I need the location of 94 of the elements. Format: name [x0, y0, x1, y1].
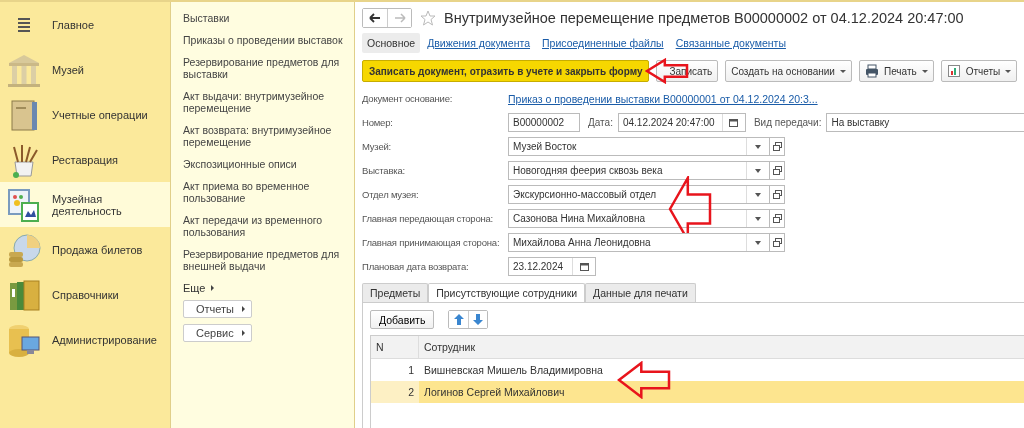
menu-link[interactable]: Акт выдачи: внутримузейное перемещение	[183, 90, 348, 114]
field-label: Выставка:	[362, 165, 406, 176]
move-down-button[interactable]	[468, 311, 488, 328]
star-icon[interactable]	[420, 10, 436, 26]
section-item[interactable]: Главное	[0, 2, 170, 47]
caret-icon	[921, 69, 928, 73]
transfer-type-field[interactable]: На выставку	[826, 113, 1024, 132]
forward-arrow-icon	[393, 13, 406, 23]
select-field[interactable]: Музей Восток	[508, 137, 770, 156]
field-label: Главная передающая сторона:	[362, 213, 495, 224]
open-button[interactable]	[770, 209, 785, 228]
caret-icon	[1005, 69, 1012, 73]
caret-icon	[755, 192, 761, 197]
open-button[interactable]	[770, 233, 785, 252]
table-cell: 2	[371, 381, 419, 403]
table-cell: Логинов Сергей Михайлович	[419, 381, 1024, 403]
caret-icon	[755, 144, 761, 149]
tab[interactable]: Предметы	[362, 283, 429, 302]
select-field[interactable]: Сазонова Нина Михайловна	[508, 209, 770, 228]
caret-icon	[839, 69, 846, 73]
open-window-icon	[772, 238, 782, 247]
section-item[interactable]: Справочники	[0, 272, 170, 317]
select-field[interactable]: Новогодняя феерия сквозь века	[508, 161, 770, 180]
toolbar-button[interactable]: Отчеты	[940, 60, 1018, 82]
menu-link[interactable]: Акт возврата: внутримузейное перемещение	[183, 124, 348, 148]
field-label: Музей:	[362, 141, 393, 152]
printer-icon	[864, 64, 879, 78]
tab[interactable]: Присоединенные файлы	[537, 33, 669, 53]
arrow-icon	[211, 285, 215, 291]
column-header: N	[371, 336, 419, 358]
open-window-icon	[772, 190, 782, 199]
tab[interactable]: Связанные документы	[670, 33, 791, 53]
menu-link[interactable]: Акт передачи из временного пользования	[183, 214, 348, 238]
field-label: Отдел музея:	[362, 189, 420, 200]
field-label: Номер:	[362, 117, 394, 128]
section-item[interactable]: Продажа билетов	[0, 227, 170, 272]
menu-link[interactable]: Акт приема во временное пользование	[183, 180, 348, 204]
toolbar-button[interactable]: Печать	[858, 60, 934, 82]
menu-link[interactable]: Экспозиционные описи	[183, 158, 297, 170]
coins-chart-icon	[6, 231, 42, 268]
open-window-icon	[772, 166, 782, 175]
calendar-icon	[728, 117, 740, 128]
open-button[interactable]	[770, 161, 785, 180]
menu-button[interactable]: Сервис	[183, 324, 252, 342]
menu-link[interactable]: Приказы о проведении выставок	[183, 34, 343, 46]
caret-icon	[755, 168, 761, 173]
basis-link[interactable]: Приказ о проведении выставки В00000001 от 04.12.2024 20:3...	[508, 92, 818, 105]
section-item[interactable]: Учетные операции	[0, 92, 170, 137]
table-cell-text: 1	[407, 363, 415, 378]
back-arrow-icon	[369, 13, 381, 23]
table-row[interactable]: 2 Логинов Сергей Михайлович	[371, 381, 1024, 403]
pictures-icon	[6, 186, 42, 223]
caret-icon	[755, 216, 761, 221]
section-item[interactable]: Администрирование	[0, 317, 170, 362]
select-field[interactable]: Михайлова Анна Леонидовна	[508, 233, 770, 252]
caret-icon	[755, 240, 761, 245]
open-window-icon	[772, 214, 782, 223]
menu-link[interactable]: Резервирование предметов для выставки	[183, 56, 348, 80]
table-row[interactable]: 1 Вишневская Мишель Владимировна	[371, 359, 1024, 381]
primary-button[interactable]: Записать документ, отразить в учете и закрыть форму	[362, 60, 650, 82]
section-item[interactable]: Реставрация	[0, 137, 170, 182]
up-arrow-icon	[453, 314, 464, 325]
menu-button[interactable]: Отчеты	[183, 300, 253, 318]
number-field[interactable]: В00000002	[508, 113, 580, 132]
add-button[interactable]: Добавить	[370, 310, 435, 329]
calendar-icon	[578, 261, 590, 272]
section-item[interactable]: Музейная деятельность	[0, 182, 170, 227]
date-field[interactable]: 04.12.2024 20:47:00	[617, 113, 746, 132]
arrow-icon	[241, 330, 245, 336]
tab[interactable]: Присутствующие сотрудники	[428, 283, 586, 302]
return-date-field[interactable]: 23.12.2024	[508, 257, 596, 276]
more-link[interactable]: Еще	[183, 282, 215, 294]
menu-link[interactable]: Резервирование предметов для внешней выдачи	[183, 248, 348, 272]
report-icon	[946, 64, 961, 78]
field-label: Главная принимающая сторона:	[362, 237, 501, 248]
open-button[interactable]	[770, 185, 785, 204]
field-label: Документ основание:	[362, 93, 454, 104]
down-arrow-icon	[473, 314, 484, 325]
field-label: Вид передачи:	[753, 117, 822, 128]
tab[interactable]: Движения документа	[422, 33, 535, 53]
tab[interactable]: Данные для печати	[585, 283, 696, 302]
menu-link[interactable]: Выставки	[183, 12, 230, 24]
field-label: Дата:	[588, 117, 613, 128]
open-window-icon	[772, 142, 782, 151]
tab[interactable]: Основное	[362, 33, 421, 53]
field-label: Плановая дата возврата:	[362, 261, 470, 272]
toolbar-button[interactable]: Создать на основании	[725, 60, 852, 82]
column-header: Сотрудник	[423, 340, 476, 355]
window-title: Внутримузейное перемещение предметов В00000002 от 04.12.2024 20:47:00	[444, 10, 964, 26]
table-cell-text: Вишневская Мишель Владимировна	[423, 363, 604, 378]
select-field[interactable]: Экскурсионно-массовый отдел	[508, 185, 770, 204]
section-item[interactable]: Музей	[0, 47, 170, 92]
arrow-icon	[242, 306, 246, 312]
open-button[interactable]	[770, 137, 785, 156]
